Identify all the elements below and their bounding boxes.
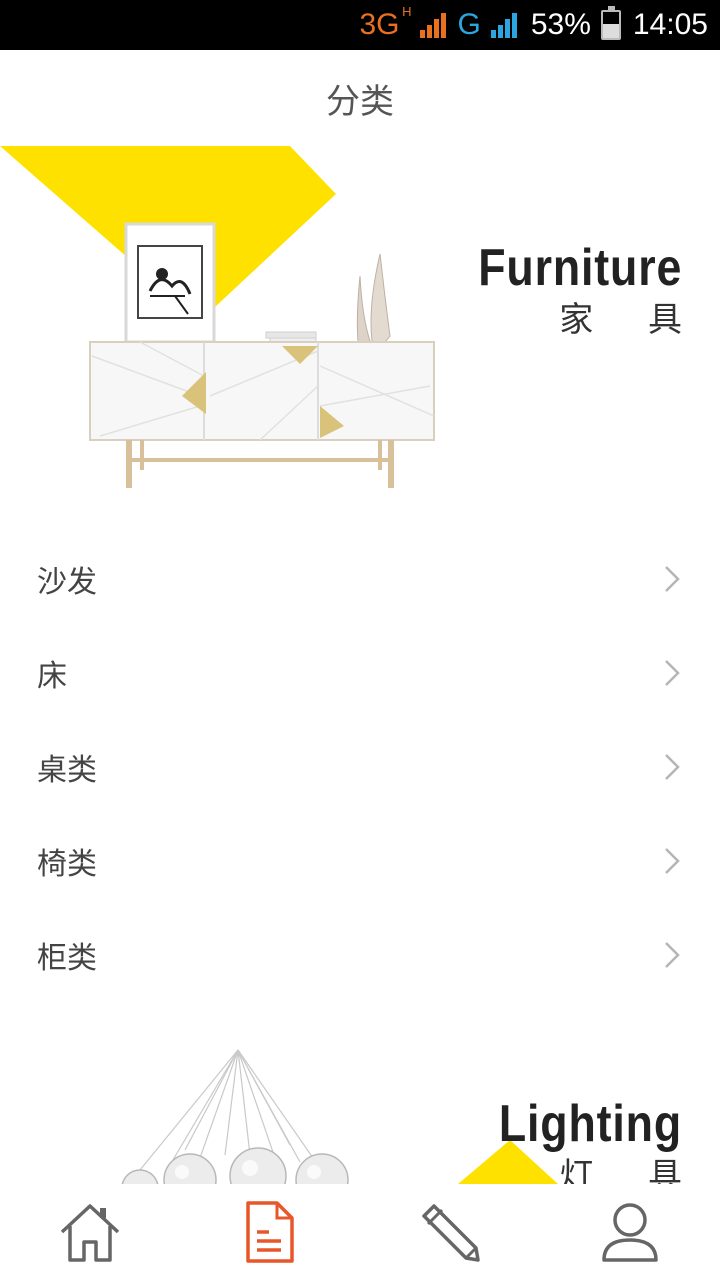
- category-label: 床: [37, 659, 67, 694]
- nav-home[interactable]: [30, 1184, 150, 1280]
- category-item-chair[interactable]: 椅类: [0, 814, 720, 908]
- furniture-banner[interactable]: Furniture 家 具: [0, 146, 720, 506]
- home-icon: [60, 1204, 120, 1262]
- battery-percentage: 53%: [530, 8, 591, 41]
- pencil-icon: [422, 1204, 480, 1262]
- category-item-table[interactable]: 桌类: [0, 720, 720, 814]
- lighting-title-block: Lighting 灯 具: [469, 1098, 682, 1184]
- category-item-sofa[interactable]: 沙发: [0, 532, 720, 626]
- bottom-nav: [0, 1184, 720, 1280]
- category-list: 沙发 床 桌类 椅类 柜类: [0, 532, 720, 1002]
- chevron-right-icon: [665, 754, 680, 780]
- signal-icon: [419, 12, 446, 38]
- furniture-title-cn: 家 具: [559, 300, 704, 340]
- signal-icon-2: [490, 12, 517, 38]
- category-label: 沙发: [37, 565, 97, 600]
- chevron-right-icon: [665, 660, 680, 686]
- sideboard-image: [89, 222, 435, 488]
- category-label: 椅类: [37, 847, 97, 882]
- battery-icon: [600, 6, 621, 40]
- chevron-right-icon: [665, 942, 680, 968]
- clock: 14:05: [632, 8, 708, 41]
- lighting-title-en: Lighting: [498, 1095, 682, 1153]
- chevron-right-icon: [665, 848, 680, 874]
- category-item-bed[interactable]: 床: [0, 626, 720, 720]
- page-title: 分类: [326, 81, 394, 122]
- category-label: 柜类: [37, 941, 97, 976]
- category-item-cabinet[interactable]: 柜类: [0, 908, 720, 1002]
- nav-category[interactable]: [210, 1184, 330, 1280]
- header: 分类: [0, 50, 720, 146]
- user-icon: [602, 1203, 658, 1262]
- category-label: 桌类: [37, 753, 97, 788]
- lighting-title-cn: 灯 具: [559, 1156, 704, 1184]
- chevron-right-icon: [665, 566, 680, 592]
- status-bar: 3G H G 53% 14:05: [0, 0, 720, 50]
- network-type-3g: 3G H: [359, 4, 412, 41]
- lighting-banner[interactable]: Lighting 灯 具: [0, 1040, 720, 1184]
- nav-edit[interactable]: [390, 1184, 510, 1280]
- network-type-g: G: [457, 8, 481, 41]
- furniture-title-block: Furniture 家 具: [445, 242, 682, 339]
- nav-profile[interactable]: [570, 1184, 690, 1280]
- chandelier-image: [121, 1049, 349, 1184]
- document-icon: [246, 1201, 294, 1263]
- furniture-title-en: Furniture: [477, 239, 682, 297]
